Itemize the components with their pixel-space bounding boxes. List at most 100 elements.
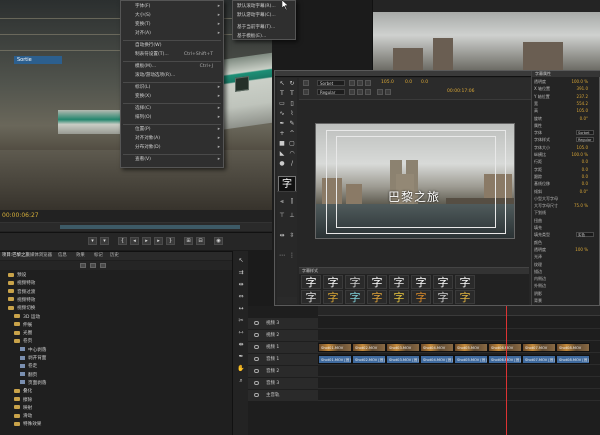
property-row[interactable]: 填充 (534, 225, 598, 232)
audio-clip[interactable]: Shot03.MOV [音] (386, 355, 420, 364)
selection-tool-icon[interactable]: ↖ (278, 80, 286, 88)
menu-item[interactable]: 查看(V) ▸ (121, 156, 223, 164)
property-value[interactable]: Sorbet (576, 130, 594, 136)
menu-item[interactable]: 字体(F) ▸ (121, 3, 223, 11)
track-header[interactable]: 视频 2 (248, 330, 318, 341)
title-style-swatch[interactable]: 字 (345, 290, 365, 304)
property-row[interactable]: 小型大写字母 (534, 196, 598, 203)
track-header[interactable]: 音频 3 (248, 378, 318, 389)
property-row[interactable]: 光泽 (534, 254, 598, 261)
title-style-swatch[interactable]: 字 (301, 290, 321, 304)
menu-item[interactable]: 标识(L) ▸ (121, 84, 223, 92)
wedge-tool-icon[interactable]: ◣ (278, 150, 286, 158)
property-value[interactable]: 105.0 (577, 108, 588, 113)
audio-clip[interactable]: Shot01.MOV [音] (318, 355, 352, 364)
menu-item[interactable]: 模板(M)... Ctrl+J (121, 63, 223, 71)
effects-folder[interactable]: 视频特效 (0, 280, 232, 288)
property-value[interactable]: 75.0 % (574, 203, 588, 208)
property-row[interactable]: 纵横比 100.0 % (534, 152, 598, 159)
property-row[interactable]: 填充类型 实色 (534, 232, 598, 239)
menu-item[interactable]: 对齐对象(A) ▸ (121, 135, 223, 143)
effects-folder[interactable]: 擦除 (0, 397, 232, 405)
goto-out-button[interactable]: } (166, 237, 175, 245)
property-value[interactable]: 0.0° (580, 116, 588, 121)
title-style-swatch[interactable]: 字 (433, 275, 453, 289)
effects-folder[interactable]: 视频特效 (0, 297, 232, 305)
title-style-swatch[interactable]: 字 (323, 275, 343, 289)
property-row[interactable]: 大写字母尺寸 75.0 % (534, 203, 598, 210)
track-header[interactable]: 音频 2 (248, 366, 318, 377)
align-center-icon[interactable]: ⫿ (288, 198, 296, 206)
property-value[interactable]: 0.0 (582, 167, 588, 172)
effects-folder[interactable]: 特殊效果 (0, 421, 232, 429)
video-clip[interactable]: Shot07.MOV (522, 343, 556, 352)
property-row[interactable]: 属性 (534, 123, 598, 130)
rolling-edit-icon[interactable]: ⇔ (236, 293, 246, 301)
rate-stretch-icon[interactable]: ↔ (236, 305, 246, 313)
track-header[interactable]: 主音轨 (248, 390, 318, 401)
submenu-item[interactable]: 基于当前字幕(T)... (233, 24, 295, 32)
menu-item[interactable]: 大小(S) ▸ (121, 12, 223, 20)
line-tool-icon[interactable]: / (288, 160, 296, 168)
property-row[interactable]: 字体大小 105.0 (534, 145, 598, 152)
property-row[interactable]: 字体样式 Regular (534, 137, 598, 144)
title-timecode[interactable]: 00:00:17:06 (447, 89, 474, 94)
align-center-text-icon[interactable] (357, 89, 363, 95)
property-row[interactable]: 透明度 100 % (534, 247, 598, 254)
leading-value[interactable]: 0.0 (421, 80, 428, 85)
timeline-track[interactable]: 视频 2 (248, 330, 600, 341)
eye-icon[interactable] (254, 345, 259, 349)
ripple-edit-icon[interactable]: ⇹ (236, 281, 246, 289)
tab-stops-icon[interactable] (377, 89, 383, 95)
title-canvas[interactable]: 巴黎之旅 (315, 123, 515, 239)
menu-item[interactable]: 排列(O) ▸ (121, 114, 223, 122)
timeline-track[interactable]: 音频 2 (248, 366, 600, 377)
selection-icon[interactable]: ↖ (236, 257, 246, 265)
audio-clip[interactable]: Shot08.MOV [音] (556, 355, 590, 364)
property-row[interactable]: 高 105.0 (534, 108, 598, 115)
timeline-ruler[interactable] (318, 306, 600, 316)
property-value[interactable]: 0.0 (582, 159, 588, 164)
goto-in-button[interactable]: { (118, 237, 127, 245)
audio-clip[interactable]: Shot07.MOV [音] (522, 355, 556, 364)
property-value[interactable]: 实色 (576, 232, 594, 238)
property-row[interactable]: 背景 (534, 298, 598, 305)
timeline-track[interactable]: 视频 3 (248, 318, 600, 329)
vertical-path-type-tool-icon[interactable]: ⌇ (288, 110, 296, 118)
video-clip[interactable]: Shot02.MOV (352, 343, 386, 352)
play-button[interactable]: ▸ (142, 237, 151, 245)
property-value[interactable]: Regular (576, 137, 594, 143)
property-value[interactable]: 0.0° (580, 189, 588, 194)
speaker-icon[interactable] (254, 393, 259, 397)
step-back-button[interactable]: ◂ (130, 237, 139, 245)
video-clip[interactable]: Shot01.MOV (318, 343, 352, 352)
property-row[interactable]: 宽 554.2 (534, 101, 598, 108)
effects-folder[interactable]: 音频过渡 (0, 289, 232, 297)
track-select-icon[interactable]: ⇉ (236, 269, 246, 277)
project-tab[interactable]: 标记 (94, 253, 103, 259)
razor-icon[interactable]: ✂ (236, 317, 246, 325)
property-row[interactable]: 旋转 0.0° (534, 116, 598, 123)
audio-clip[interactable]: Shot02.MOV [音] (352, 355, 386, 364)
rectangle-tool-icon[interactable]: ■ (278, 140, 286, 148)
kerning-value[interactable]: 0.0 (405, 80, 412, 85)
property-value[interactable]: 100.0 % (571, 79, 588, 84)
property-row[interactable]: 字体 Sorbet (534, 130, 598, 137)
align-left-text-icon[interactable] (349, 89, 355, 95)
export-frame-button[interactable]: ◉ (214, 237, 223, 245)
title-style-swatch[interactable]: 字 (433, 290, 453, 304)
underline-icon[interactable] (365, 80, 371, 86)
property-row[interactable]: X 轴位置 391.0 (534, 86, 598, 93)
menu-item[interactable]: 变换(T) ▸ (121, 21, 223, 29)
convert-anchor-tool-icon[interactable]: ^ (288, 130, 296, 138)
title-style-swatch[interactable]: 字 (301, 275, 321, 289)
source-scrub-bar[interactable] (0, 222, 272, 231)
menu-item[interactable]: 分布对象(D) ▸ (121, 144, 223, 152)
project-tab[interactable]: 效果 (76, 253, 85, 259)
property-row[interactable]: 扭曲 (534, 218, 598, 225)
hand-icon[interactable]: ✋ (236, 365, 246, 373)
type-tool-icon[interactable]: T (278, 90, 286, 98)
track-header[interactable]: 视频 3 (248, 318, 318, 329)
project-tab[interactable]: 媒体浏览器 (30, 253, 52, 259)
effects-folder[interactable]: 叠化 (0, 388, 232, 396)
